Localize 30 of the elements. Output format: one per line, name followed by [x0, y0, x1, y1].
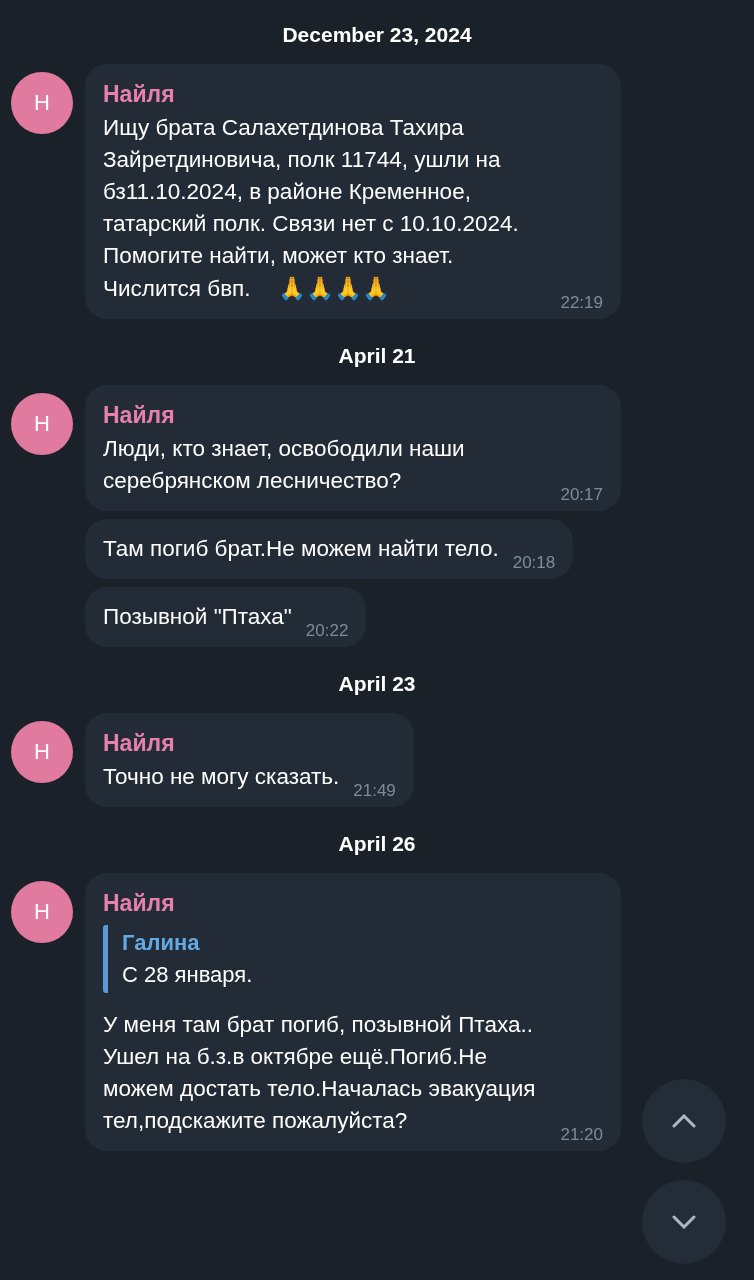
avatar[interactable]: Н — [11, 72, 73, 134]
avatar[interactable]: Н — [11, 881, 73, 943]
message-text: Позывной "Птаха" — [103, 603, 292, 631]
message-text: Ищу брата Салахетдинова Тахира Зайретдиновича, полк 11744, ушли на бз11.10.2024, в районе Кременное, татарский полк. Связи нет с 10.10.2024. Помогите найти, может кто знает. Числится бвп. 🙏🙏🙏🙏 — [103, 114, 520, 303]
message-text: У меня там брат погиб, позывной Птаха.. Ушел на б.з.в октябре ещё.Погиб.Не можем достать тело.Началась эвакуация тел,подскажите пожалуйста? — [103, 1011, 537, 1135]
date-separator: December 23, 2024 — [282, 22, 472, 48]
sender-name: Найля — [103, 80, 176, 109]
sender-name: Найля — [103, 729, 176, 758]
avatar[interactable]: Н — [11, 721, 73, 783]
message-time: 21:49 — [353, 781, 396, 801]
message-time: 20:18 — [512, 553, 556, 573]
avatar[interactable]: Н — [11, 393, 73, 455]
quoted-sender-name: Галина — [122, 929, 201, 957]
quoted-text: С 28 января. — [122, 961, 254, 989]
chevron-up-icon — [672, 1114, 696, 1128]
message-time: 21:20 — [560, 1125, 603, 1145]
message-time: 20:22 — [305, 621, 349, 641]
chevron-down-icon — [672, 1215, 696, 1229]
sender-name: Найля — [103, 401, 176, 430]
date-separator: April 26 — [338, 831, 416, 857]
date-separator: April 21 — [338, 343, 416, 369]
reply-quote[interactable]: Галина С 28 января. — [103, 925, 603, 993]
message-text: Точно не могу сказать. — [103, 763, 340, 791]
message-time: 20:17 — [560, 485, 603, 505]
emoji: 🙏🙏🙏🙏 — [277, 275, 391, 301]
message-text: Люди, кто знает, освободили наши серебрянском лесничество? — [103, 435, 466, 495]
sender-name: Найля — [103, 889, 176, 918]
message-time: 22:19 — [560, 293, 603, 313]
date-separator: April 23 — [338, 671, 416, 697]
message-text: Там погиб брат.Не можем найти тело. — [103, 535, 499, 563]
